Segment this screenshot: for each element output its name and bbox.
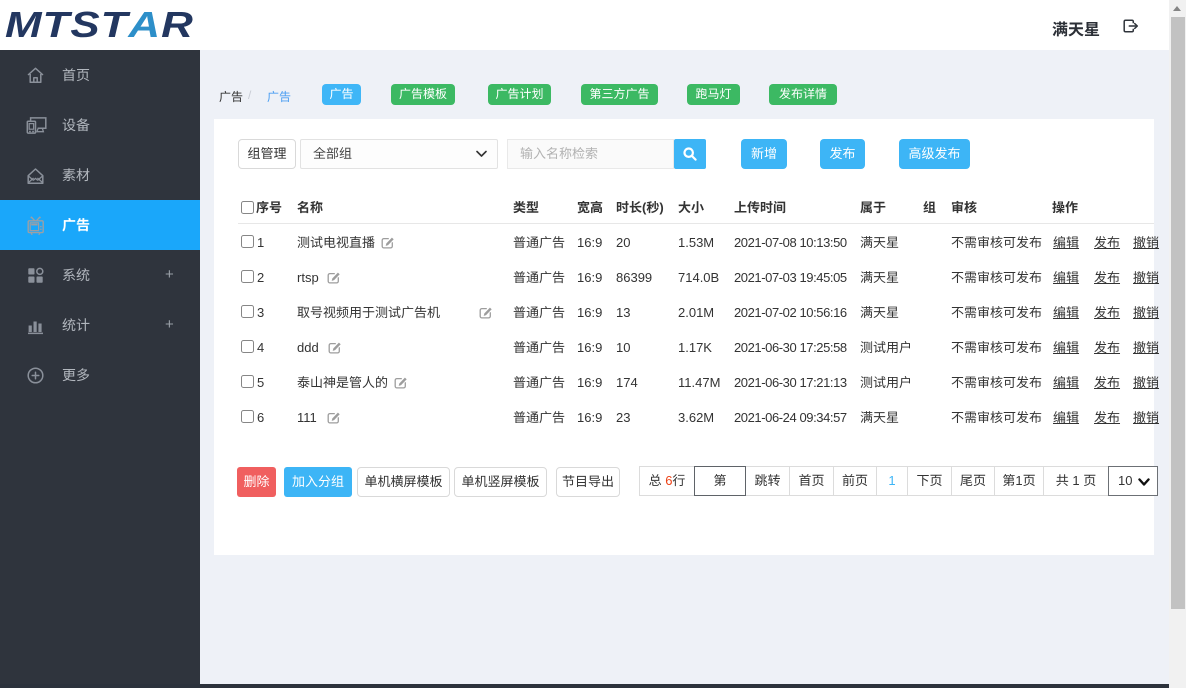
svg-text:MTSTAR: MTSTAR xyxy=(5,7,194,43)
